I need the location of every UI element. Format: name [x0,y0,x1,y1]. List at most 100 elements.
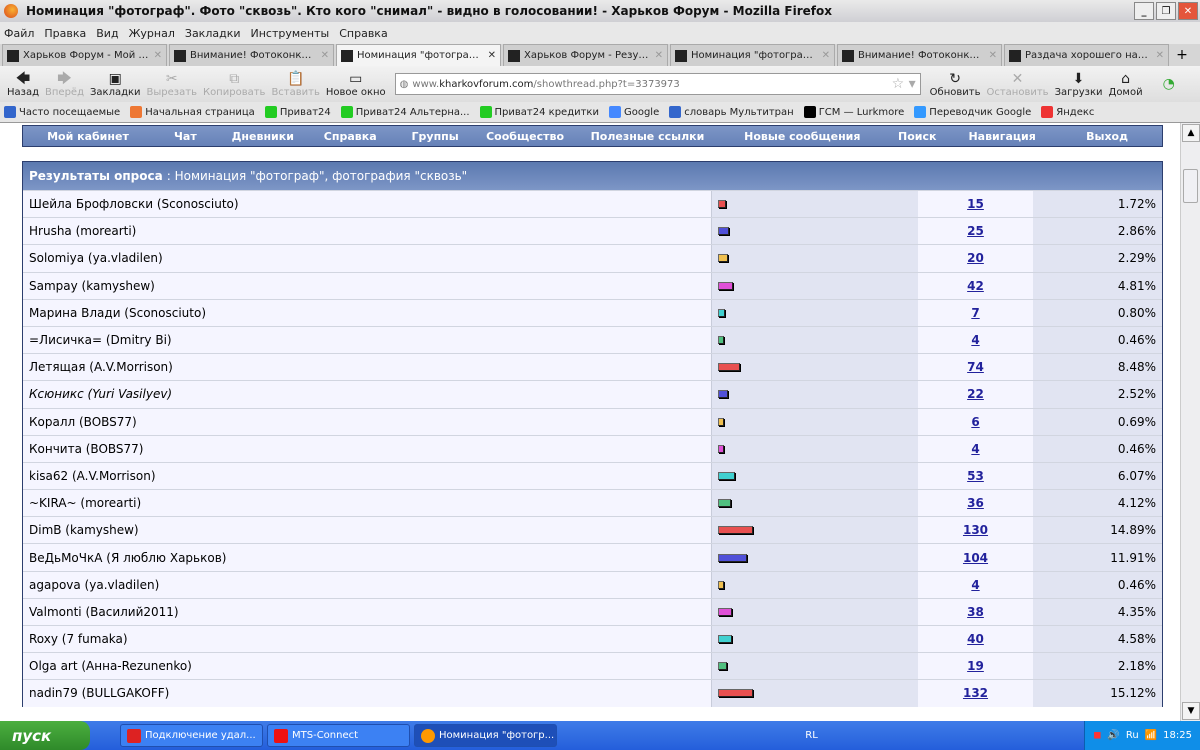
bookmark-item[interactable]: Начальная страница [130,106,255,118]
menu-item[interactable]: Справка [339,27,387,40]
vote-count-link[interactable]: 40 [967,632,984,646]
close-tab-icon[interactable]: ✕ [154,50,162,61]
forum-nav-link[interactable]: Мой кабинет [23,130,153,143]
forum-nav-link[interactable]: Полезные ссылки [573,130,723,143]
scroll-up-icon[interactable]: ▲ [1182,124,1200,142]
vote-count-link[interactable]: 19 [967,659,984,673]
bookmark-star-icon[interactable]: ☆ ▾ [892,76,916,92]
menu-item[interactable]: Журнал [129,27,175,40]
addon-button[interactable]: ◔ [1160,66,1178,102]
browser-tab[interactable]: Номинация "фотограф". ... ✕ [670,44,835,66]
language-indicator[interactable]: RL [805,730,818,741]
forum-nav-link[interactable]: Чат [153,130,218,143]
tab-label: Харьков Форум - Резуль... [524,50,651,61]
bookmark-item[interactable]: Переводчик Google [914,106,1031,118]
close-window-button[interactable]: ✕ [1178,2,1198,20]
scroll-thumb[interactable] [1183,169,1198,203]
vote-bar-cell [711,490,918,517]
tray-language[interactable]: Ru [1126,730,1139,741]
downloads-button[interactable]: ⬇ Загрузки [1052,66,1106,102]
vote-count-link[interactable]: 38 [967,605,984,619]
close-tab-icon[interactable]: ✕ [488,50,496,61]
vote-count-link[interactable]: 20 [967,251,984,265]
vote-count-link[interactable]: 130 [963,523,988,537]
vote-count-link[interactable]: 132 [963,686,988,700]
vote-count-link[interactable]: 4 [971,578,979,592]
copy-button[interactable]: ⧉ Копировать [200,66,268,102]
paste-button[interactable]: 📋 Вставить [268,66,322,102]
taskbar-item[interactable]: Номинация "фотогр... [414,724,557,747]
vote-count-link[interactable]: 15 [967,197,984,211]
bookmark-item[interactable]: Часто посещаемые [4,106,120,118]
menu-item[interactable]: Закладки [185,27,241,40]
forum-nav-link[interactable]: Сообщество [478,130,573,143]
taskbar-item[interactable]: Подключение удал... [120,724,263,747]
vote-bar [718,390,729,399]
vertical-scrollbar[interactable]: ▲ ▼ [1180,123,1200,721]
forum-nav-link[interactable]: Справка [308,130,393,143]
cut-button[interactable]: ✂ Вырезать [144,66,200,102]
new-tab-button[interactable]: + [1171,44,1193,66]
bookmark-item[interactable]: Приват24 кредитки [479,106,599,118]
bookmark-icon [914,106,927,118]
browser-tab[interactable]: Раздача хорошего настр... ✕ [1004,44,1169,66]
opera-icon[interactable]: ◼ [1093,730,1101,741]
vote-percent: 2.29% [1033,245,1162,272]
bookmark-item[interactable]: ГСМ — Lurkmore [803,106,904,118]
minimize-button[interactable]: _ [1134,2,1154,20]
close-tab-icon[interactable]: ✕ [1156,50,1164,61]
vote-count-link[interactable]: 22 [967,387,984,401]
bookmark-item[interactable]: Яндекс [1041,106,1094,118]
vote-count-link[interactable]: 104 [963,551,988,565]
bookmark-item[interactable]: Приват24 Альтерна... [340,106,470,118]
menu-item[interactable]: Правка [44,27,86,40]
forum-nav-link[interactable]: Навигация [952,130,1052,143]
volume-icon[interactable]: 🔊 [1107,730,1119,741]
forum-nav-link[interactable]: Новые сообщения [722,130,882,143]
close-tab-icon[interactable]: ✕ [655,50,663,61]
forward-button[interactable]: 🡆 Вперёд [42,66,87,102]
vote-count-link[interactable]: 53 [967,469,984,483]
forum-nav-link[interactable]: Группы [393,130,478,143]
forum-nav-link[interactable]: Дневники [218,130,308,143]
menu-item[interactable]: Вид [96,27,118,40]
vote-count-link[interactable]: 74 [967,360,984,374]
restore-button[interactable]: ❐ [1156,2,1176,20]
vote-bar-cell [711,462,918,490]
browser-tab[interactable]: Внимание! Фотоконкурс:... ✕ [169,44,334,66]
bookmark-item[interactable]: Google [608,106,659,118]
vote-percent: 8.48% [1033,354,1162,381]
vote-count-link[interactable]: 25 [967,224,984,238]
start-button[interactable]: пуск [0,721,90,750]
reload-button[interactable]: ↻ Обновить [927,66,984,102]
home-button[interactable]: ⌂ Домой [1106,66,1146,102]
vote-count-link[interactable]: 4 [971,442,979,456]
vote-count-link[interactable]: 4 [971,333,979,347]
browser-tab[interactable]: Харьков Форум - Мой ка... ✕ [2,44,167,66]
close-tab-icon[interactable]: ✕ [321,50,329,61]
stop-button[interactable]: ✕ Остановить [983,66,1051,102]
url-bar[interactable]: ◍ www. kharkovforum.com/showthread.php?t=… [394,73,921,95]
close-tab-icon[interactable]: ✕ [989,50,997,61]
scroll-down-icon[interactable]: ▼ [1182,702,1200,720]
vote-count-link[interactable]: 6 [971,415,979,429]
vote-count-link[interactable]: 36 [967,496,984,510]
browser-tab[interactable]: Внимание! Фотоконкурс:... ✕ [837,44,1002,66]
forum-nav-link[interactable]: Поиск [882,130,952,143]
menu-item[interactable]: Инструменты [251,27,330,40]
browser-tab[interactable]: Номинация "фотограф". ... ✕ [336,44,501,66]
network-icon[interactable]: 📶 [1145,730,1157,741]
taskbar-item[interactable]: MTS-Connect [267,724,410,747]
vote-count-link[interactable]: 7 [971,306,979,320]
bookmark-item[interactable]: словарь Мультитран [669,106,794,118]
new-window-button[interactable]: ▭ Новое окно [323,66,389,102]
forum-nav-link[interactable]: Выход [1052,130,1162,143]
browser-tab[interactable]: Харьков Форум - Резуль... ✕ [503,44,668,66]
vote-count-link[interactable]: 42 [967,279,984,293]
bookmark-item[interactable]: Приват24 [264,106,331,118]
close-tab-icon[interactable]: ✕ [822,50,830,61]
bookmarks-button[interactable]: ▣ Закладки [87,66,144,102]
option-name: Летящая (A.V.Morrison) [23,354,711,381]
back-button[interactable]: 🡄 Назад [4,66,42,102]
menu-item[interactable]: Файл [4,27,34,40]
